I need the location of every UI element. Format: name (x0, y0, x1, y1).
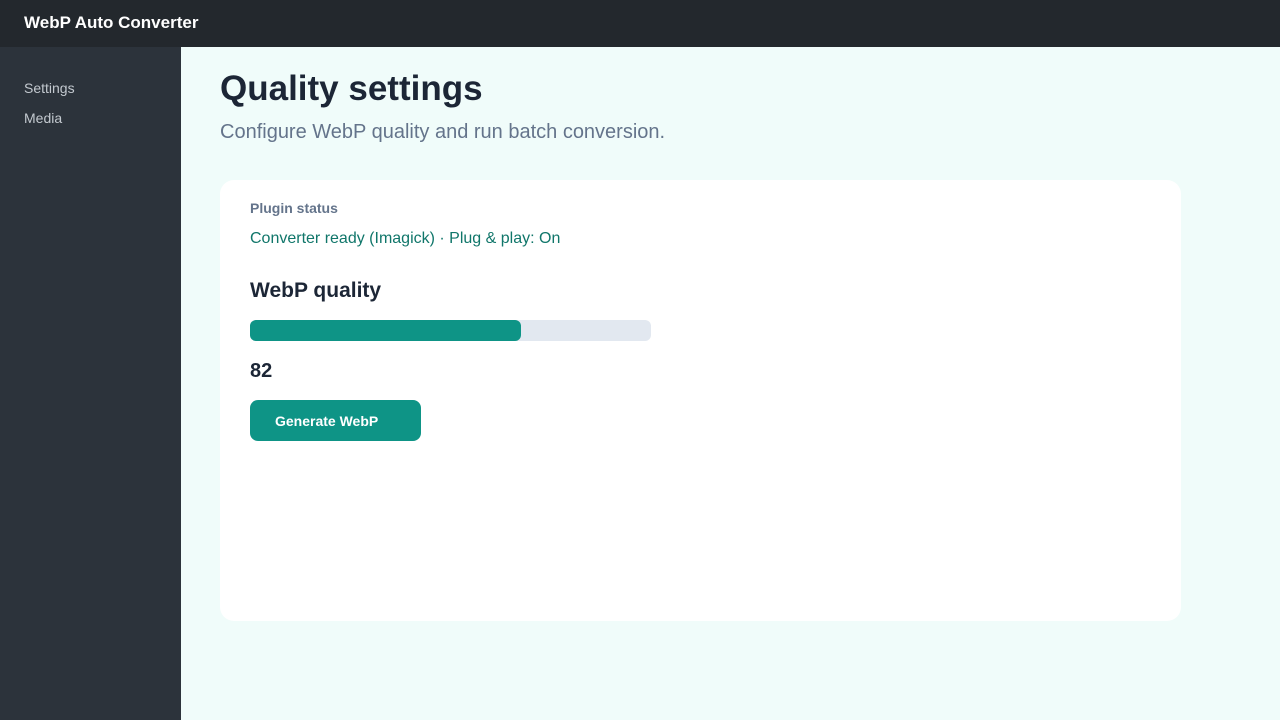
page-title: Quality settings (220, 69, 483, 108)
app-title: WebP Auto Converter (24, 12, 199, 32)
settings-card: Plugin status Converter ready (Imagick) … (220, 180, 1181, 621)
plugin-status-text: Converter ready (Imagick) · Plug & play:… (250, 230, 561, 247)
plugin-status-label: Plugin status (250, 200, 338, 216)
generate-webp-button[interactable]: Generate WebP (250, 400, 421, 441)
top-bar: WebP Auto Converter (0, 0, 1280, 47)
main-content: Quality settings Configure WebP quality … (181, 47, 1280, 720)
sidebar: Settings Media (0, 47, 181, 720)
sidebar-item-settings[interactable]: Settings (24, 80, 75, 96)
sidebar-item-media[interactable]: Media (24, 110, 62, 126)
webp-quality-title: WebP quality (250, 279, 382, 302)
quality-slider[interactable] (250, 320, 651, 341)
quality-slider-fill (250, 320, 521, 341)
quality-value: 82 (250, 360, 273, 382)
page-subtitle: Configure WebP quality and run batch con… (220, 121, 666, 143)
